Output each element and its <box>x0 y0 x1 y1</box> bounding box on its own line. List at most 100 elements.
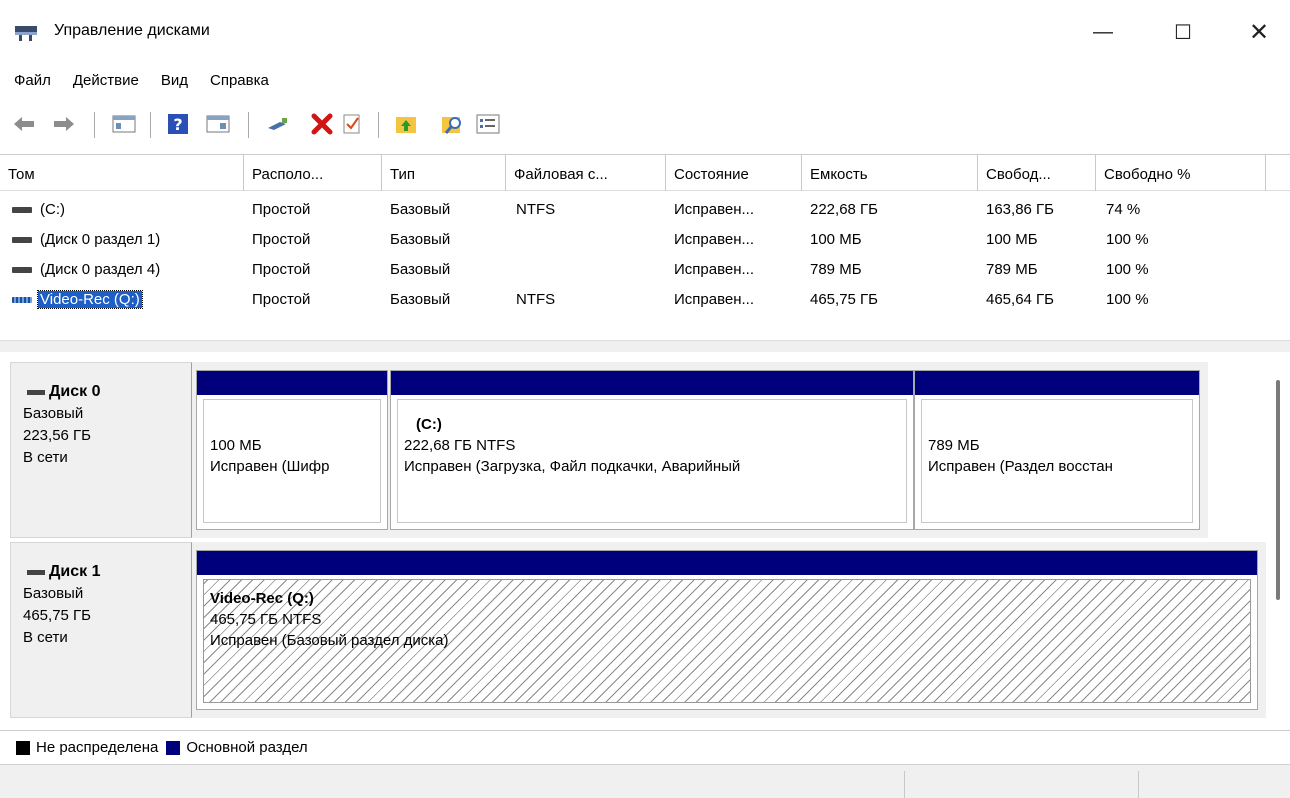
partition-status: Исправен (Загрузка, Файл подкачки, Авари… <box>404 458 741 475</box>
disk-1-type: Базовый <box>23 585 84 602</box>
volume-free-percent: 100 % <box>1106 261 1149 278</box>
disk-1-size: 465,75 ГБ <box>23 607 92 624</box>
volume-icon <box>12 267 32 273</box>
column-header-status[interactable]: Состояние <box>666 155 802 191</box>
help-icon[interactable]: ? <box>166 112 190 136</box>
disk-0-size: 223,56 ГБ <box>23 427 92 444</box>
disk-0-label[interactable]: Диск 0 Базовый 223,56 ГБ В сети <box>10 362 192 538</box>
delete-icon[interactable] <box>310 112 334 136</box>
close-button[interactable]: ✕ <box>1236 14 1282 50</box>
column-header-volume[interactable]: Том <box>0 155 244 191</box>
volume-icon <box>12 207 32 213</box>
window-title: Управление дисками <box>54 22 210 39</box>
column-header-type[interactable]: Тип <box>382 155 506 191</box>
volume-type: Базовый <box>390 201 451 218</box>
primary-partition-bar <box>915 371 1199 395</box>
checkmark-icon[interactable] <box>340 112 364 136</box>
disk-1-name-row: Диск 1 <box>23 561 191 583</box>
disk-0-partition-1[interactable]: 100 МБ Исправен (Шифр <box>196 370 388 530</box>
status-bar <box>0 764 1290 798</box>
volume-free: 789 МБ <box>986 261 1038 278</box>
volume-capacity: 789 МБ <box>810 261 862 278</box>
partition-status: Исправен (Базовый раздел диска) <box>210 632 449 649</box>
column-header-layout[interactable]: Располо... <box>244 155 382 191</box>
volume-list: Том Располо... Тип Файловая с... Состоян… <box>0 154 1290 340</box>
menu-help[interactable]: Справка <box>196 62 277 96</box>
column-header-free-space[interactable]: Свобод... <box>978 155 1096 191</box>
disk-0-name: Диск 0 <box>49 383 101 400</box>
striped-volume-icon <box>12 297 32 303</box>
volume-type: Базовый <box>390 291 451 308</box>
minimize-button[interactable]: — <box>1080 14 1126 50</box>
volume-status: Исправен... <box>674 291 755 308</box>
volume-free-percent: 100 % <box>1106 291 1149 308</box>
legend-primary-label: Основной раздел <box>186 739 308 756</box>
toolbar-separator <box>378 112 379 138</box>
unallocated-swatch <box>16 740 30 755</box>
partition-title <box>928 414 1192 435</box>
volume-capacity: 100 МБ <box>810 231 862 248</box>
console-tree-icon[interactable] <box>112 112 136 136</box>
forward-arrow-icon[interactable] <box>52 112 76 136</box>
volume-status: Исправен... <box>674 261 755 278</box>
volume-capacity: 465,75 ГБ <box>810 291 879 308</box>
connect-drive-icon[interactable] <box>266 112 290 136</box>
menu-action[interactable]: Действие <box>59 62 147 96</box>
toolbar-separator <box>150 112 151 138</box>
back-arrow-icon[interactable] <box>12 112 36 136</box>
partition-status: Исправен (Шифр <box>210 458 330 475</box>
disk-icon <box>27 389 45 395</box>
volume-row-selected[interactable]: Video-Rec (Q:) Простой Базовый NTFS Испр… <box>0 285 1290 315</box>
partition-title: (C:) <box>416 416 442 433</box>
maximize-button[interactable]: ☐ <box>1160 14 1206 50</box>
volume-layout: Простой <box>252 231 311 248</box>
volume-free: 163,86 ГБ <box>986 201 1055 218</box>
disk-0-partition-4[interactable]: 789 МБ Исправен (Раздел восстан <box>914 370 1200 530</box>
legend-unallocated-label: Не распределена <box>36 739 159 756</box>
folder-up-icon[interactable] <box>394 112 418 136</box>
volume-row[interactable]: (Диск 0 раздел 4) Простой Базовый Исправ… <box>0 255 1290 285</box>
partition-title <box>210 414 380 435</box>
title-bar: Управление дисками — ☐ ✕ <box>0 0 1290 60</box>
primary-partition-bar <box>197 371 387 395</box>
volume-row[interactable]: (Диск 0 раздел 1) Простой Базовый Исправ… <box>0 225 1290 255</box>
svg-text:?: ? <box>173 115 182 134</box>
partition-body: 789 МБ Исправен (Раздел восстан <box>921 399 1193 523</box>
column-header-filesystem[interactable]: Файловая с... <box>506 155 666 191</box>
volume-capacity: 222,68 ГБ <box>810 201 879 218</box>
partition-size: 465,75 ГБ NTFS <box>210 611 322 628</box>
volume-layout: Простой <box>252 201 311 218</box>
disk-1-state: В сети <box>23 629 68 646</box>
volume-icon <box>12 237 32 243</box>
volume-layout: Простой <box>252 291 311 308</box>
column-header-free-percent[interactable]: Свободно % <box>1096 155 1266 191</box>
disk-1-label[interactable]: Диск 1 Базовый 465,75 ГБ В сети <box>10 542 192 718</box>
status-bar-divider <box>904 771 905 798</box>
menu-file[interactable]: Файл <box>0 62 59 96</box>
menu-view[interactable]: Вид <box>147 62 196 96</box>
column-header-capacity[interactable]: Емкость <box>802 155 978 191</box>
properties-icon[interactable] <box>476 112 500 136</box>
legend: Не распределена Основной раздел <box>0 730 1290 764</box>
volume-filesystem: NTFS <box>516 201 556 218</box>
volume-status: Исправен... <box>674 201 755 218</box>
action-pane-icon[interactable] <box>206 112 230 136</box>
volume-type: Базовый <box>390 261 451 278</box>
volume-row[interactable]: (C:) Простой Базовый NTFS Исправен... 22… <box>0 195 1290 225</box>
disk-management-app-icon <box>14 24 40 42</box>
toolbar-separator <box>94 112 95 138</box>
toolbar: ? <box>0 100 1290 150</box>
vertical-scrollbar[interactable] <box>1276 380 1280 600</box>
volume-type: Базовый <box>390 231 451 248</box>
partition-size: 789 МБ <box>928 437 980 454</box>
search-folder-icon[interactable] <box>440 112 464 136</box>
disk-1-partition-q[interactable]: Video-Rec (Q:) 465,75 ГБ NTFS Исправен (… <box>196 550 1258 710</box>
volume-filesystem: NTFS <box>516 291 556 308</box>
partition-body: 100 МБ Исправен (Шифр <box>203 399 381 523</box>
disk-0-partition-c[interactable]: (C:) 222,68 ГБ NTFS Исправен (Загрузка, … <box>390 370 914 530</box>
primary-partition-swatch <box>166 740 181 755</box>
partition-size: 100 МБ <box>210 437 262 454</box>
toolbar-separator <box>248 112 249 138</box>
pane-splitter[interactable] <box>0 340 1290 352</box>
volume-free: 100 МБ <box>986 231 1038 248</box>
